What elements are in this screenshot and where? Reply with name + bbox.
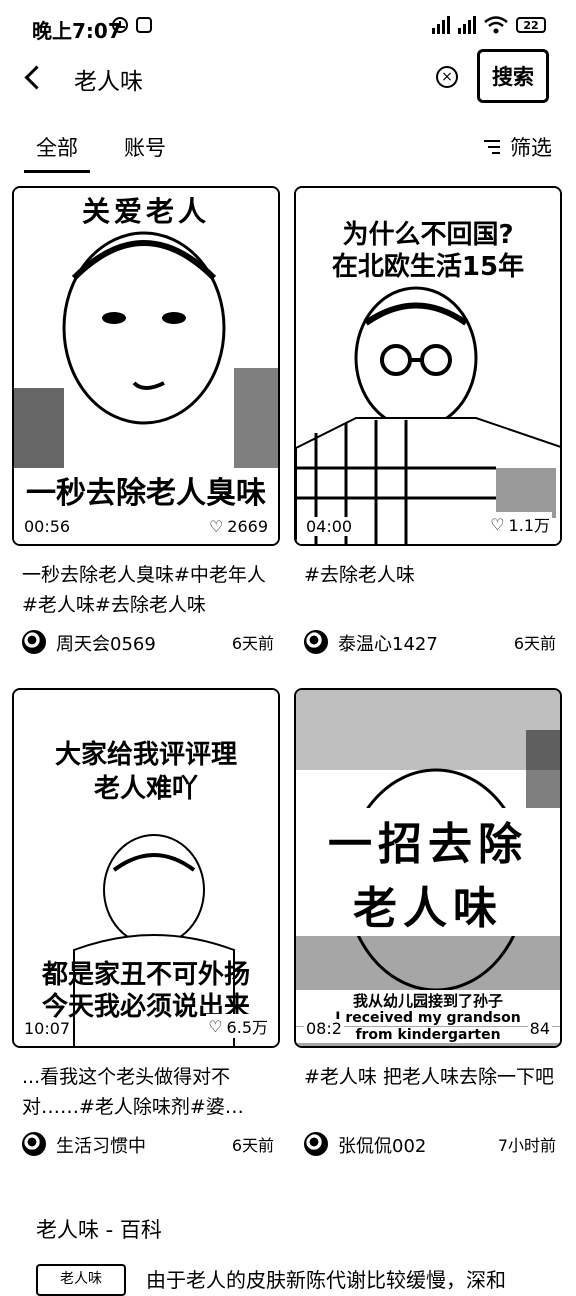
- thumbnail-overlay-top-2: 在北欧生活15年: [331, 252, 525, 282]
- alarm-icon: [112, 17, 128, 33]
- video-title[interactable]: 一秒去除老人臭味#中老年人#老人味#去除老人味: [22, 560, 272, 620]
- wiki-snippet[interactable]: 由于老人的皮肤新陈代谢比较缓慢，深和: [146, 1264, 506, 1293]
- avatar[interactable]: [304, 1132, 328, 1156]
- avatar[interactable]: [22, 630, 46, 654]
- avatar[interactable]: [22, 1132, 46, 1156]
- search-bar: 老人味 × 搜索: [0, 49, 576, 103]
- thumbnail-overlay-top: 关爱老人: [81, 195, 210, 228]
- thumbnail-overlay-top-2: 老人难吖: [93, 774, 198, 804]
- tab-accounts[interactable]: 账号: [124, 132, 166, 162]
- signal-icon-2: [458, 16, 476, 34]
- video-duration: 04:00: [304, 517, 355, 536]
- tab-active-indicator: [24, 170, 90, 173]
- battery-icon: 22: [516, 17, 546, 33]
- heart-icon: ♡: [208, 517, 224, 536]
- video-thumbnail[interactable]: 一招去除 老人味 我从幼儿园接到了孙子 I received my grands…: [294, 688, 562, 1048]
- thumbnail-overlay-caption: 一秒去除老人臭味: [14, 468, 278, 512]
- wifi-icon: [484, 16, 508, 34]
- filter-button[interactable]: 筛选: [484, 132, 552, 162]
- post-time: 6天前: [513, 634, 556, 653]
- result-tabs: 全部 账号 筛选: [0, 128, 576, 176]
- filter-icon: [484, 140, 500, 154]
- author-name[interactable]: 周天会0569: [56, 630, 156, 656]
- thumbnail-overlay-top: 大家给我评评理: [54, 740, 237, 770]
- likes-count: 84: [529, 1019, 550, 1038]
- likes-count: 2669: [227, 517, 268, 536]
- video-title[interactable]: #去除老人味: [304, 560, 554, 590]
- search-button[interactable]: 搜索: [477, 49, 549, 103]
- wiki-badge: 老人味: [36, 1264, 126, 1296]
- post-time: 6天前: [231, 634, 274, 653]
- signal-icon: [432, 16, 450, 34]
- thumbnail-subtitle: 我从幼儿园接到了孙子: [296, 990, 560, 1011]
- video-duration: 10:07: [22, 1019, 73, 1038]
- video-likes: ♡ 1.1万: [488, 512, 552, 536]
- avatar[interactable]: [304, 630, 328, 654]
- status-right-icons: 22: [432, 16, 546, 34]
- filter-label: 筛选: [510, 136, 552, 160]
- thumbnail-overlay-top-2: 老人味: [296, 872, 560, 936]
- video-meta: 周天会0569 6天前: [22, 630, 274, 656]
- video-thumbnail[interactable]: 关爱老人 一秒去除老人臭味 00:56 ♡ 2669: [12, 186, 280, 546]
- video-thumbnail[interactable]: 大家给我评评理 老人难吖 都是家丑不可外扬 今天我必须说出来 10:07 ♡ 6.…: [12, 688, 280, 1048]
- video-meta: 张侃侃002 7小时前: [304, 1132, 556, 1158]
- video-title[interactable]: ...看我这个老头做得对不对……#老人除味剂#婆…: [22, 1062, 272, 1122]
- status-bar: 晚上7:07 22: [0, 0, 576, 56]
- thumbnail-overlay-top: 一招去除: [296, 808, 560, 872]
- video-meta: 生活习惯中 6天前: [22, 1132, 274, 1158]
- likes-count: 6.5万: [226, 1018, 268, 1037]
- clear-icon[interactable]: ×: [436, 66, 458, 88]
- post-time: 6天前: [231, 1136, 274, 1155]
- video-meta: 泰温心1427 6天前: [304, 630, 556, 656]
- likes-count: 1.1万: [508, 516, 550, 535]
- author-name[interactable]: 张侃侃002: [338, 1132, 426, 1158]
- status-left-icons: [112, 17, 152, 33]
- author-name[interactable]: 泰温心1427: [338, 630, 438, 656]
- status-time: 晚上7:07: [32, 19, 122, 43]
- video-duration: 00:56: [22, 517, 73, 536]
- post-time: 7小时前: [497, 1136, 556, 1155]
- video-likes: 84: [527, 1019, 552, 1038]
- video-likes: ♡ 2669: [206, 517, 270, 536]
- heart-icon: ♡: [208, 1016, 223, 1036]
- wiki-section-title[interactable]: 老人味 - 百科: [36, 1214, 162, 1244]
- video-title[interactable]: #老人味 把老人味去除一下吧: [304, 1062, 554, 1092]
- video-duration: 08:2: [304, 1019, 344, 1038]
- author-name[interactable]: 生活习惯中: [56, 1132, 146, 1158]
- back-icon[interactable]: [20, 64, 48, 92]
- search-input[interactable]: 老人味: [74, 62, 143, 96]
- tab-all[interactable]: 全部: [36, 132, 78, 162]
- video-thumbnail[interactable]: 为什么不回国? 在北欧生活15年 04:00 ♡ 1.1万: [294, 186, 562, 546]
- heart-icon: ♡: [490, 514, 505, 534]
- notification-icon: [136, 17, 152, 33]
- video-likes: ♡ 6.5万: [206, 1014, 270, 1038]
